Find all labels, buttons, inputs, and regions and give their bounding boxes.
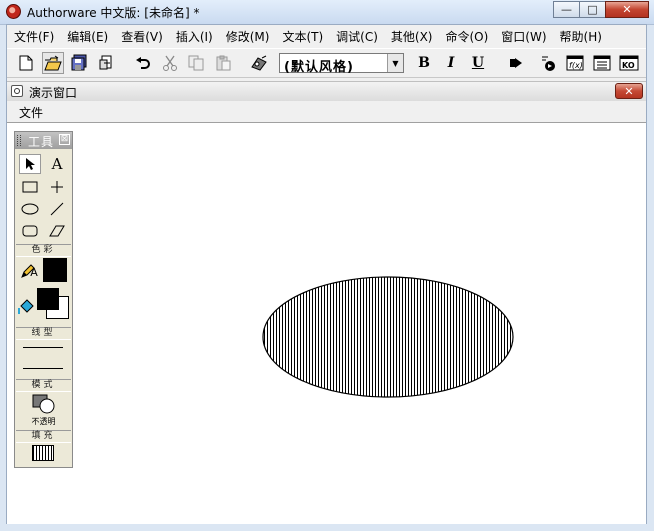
window-title: Authorware 中文版: [未命名] * [27, 6, 200, 20]
crosshair-line-tool[interactable] [46, 177, 68, 197]
open-icon[interactable] [42, 52, 64, 74]
line-section-label: 线型 [16, 327, 71, 340]
menu-other[interactable]: 其他(X) [384, 27, 439, 47]
presentation-window-title-bar[interactable]: 演示窗口 ✕ [7, 81, 646, 102]
paste-icon[interactable] [212, 52, 234, 74]
fill-section-label: 填充 [16, 430, 71, 443]
foreground-color-swatch[interactable] [37, 288, 59, 310]
knowledge-objects-icon[interactable]: KO [618, 52, 640, 74]
maximize-button[interactable]: □ [579, 1, 606, 18]
control-panel-icon[interactable] [537, 52, 559, 74]
menu-view[interactable]: 查看(V) [114, 27, 169, 47]
ellipse-shape[interactable] [261, 275, 515, 402]
mode-value-label: 不透明 [31, 417, 56, 426]
pen-color-swatch[interactable] [43, 258, 67, 282]
import-icon[interactable] [95, 52, 117, 74]
pointer-tool[interactable] [19, 154, 41, 174]
opaque-mode-icon[interactable] [32, 394, 56, 414]
mode-section-label: 模式 [16, 379, 71, 392]
fill-bucket-icon[interactable] [15, 297, 37, 317]
presentation-stage[interactable]: 工具 ⊠ A 色彩 A 线型 模式 不透明 填充 [7, 122, 646, 524]
copy-icon[interactable] [185, 52, 207, 74]
ko-label: KO [622, 61, 635, 70]
grip-icon[interactable] [17, 135, 21, 146]
menu-modify[interactable]: 修改(M) [219, 27, 276, 47]
window-controls: — □ ✕ [553, 1, 649, 19]
functions-icon[interactable]: f(x) [564, 52, 586, 74]
palette-title: 工具 [28, 135, 55, 149]
menu-help[interactable]: 帮助(H) [553, 27, 608, 47]
palette-title-bar[interactable]: 工具 ⊠ [15, 132, 72, 149]
find-icon[interactable] [248, 52, 270, 74]
tool-palette: 工具 ⊠ A 色彩 A 线型 模式 不透明 填充 [14, 131, 73, 468]
menu-insert[interactable]: 插入(I) [169, 27, 219, 47]
style-value: (默认风格) [284, 60, 354, 75]
save-all-icon[interactable] [69, 52, 91, 74]
cut-icon[interactable] [159, 52, 181, 74]
menu-debug[interactable]: 调试(C) [329, 27, 384, 47]
menu-bar: 文件(F) 编辑(E) 查看(V) 插入(I) 修改(M) 文本(T) 调试(C… [7, 27, 646, 47]
undo-icon[interactable] [132, 52, 154, 74]
variables-icon[interactable] [591, 52, 613, 74]
presentation-close-button[interactable]: ✕ [615, 83, 643, 99]
ellipse-tool[interactable] [19, 199, 41, 219]
close-button[interactable]: ✕ [605, 1, 649, 18]
pen-color-label: A [30, 265, 38, 279]
menu-window[interactable]: 窗口(W) [494, 27, 552, 47]
italic-button[interactable]: I [440, 52, 462, 74]
palette-close-icon[interactable]: ⊠ [59, 134, 70, 145]
presentation-menu-file[interactable]: 文件 [19, 104, 43, 121]
diagonal-line-tool[interactable] [46, 199, 68, 219]
presentation-menu-bar: 文件 [7, 101, 646, 121]
text-tool[interactable]: A [46, 154, 68, 174]
style-dropdown[interactable]: (默认风格) ▼ [279, 53, 404, 75]
app-window: Authorware 中文版: [未命名] * — □ ✕ 文件(F) 编辑(E… [0, 0, 654, 531]
fill-pattern-swatch[interactable] [32, 445, 54, 461]
presentation-window-title: 演示窗口 [29, 86, 78, 100]
polygon-tool[interactable] [46, 221, 68, 241]
rounded-rectangle-tool[interactable] [19, 221, 41, 241]
run-icon[interactable] [505, 52, 527, 74]
authorware-logo-icon [6, 4, 21, 19]
menu-commands[interactable]: 命令(O) [438, 27, 494, 47]
bold-button[interactable]: B [413, 52, 435, 74]
presentation-window-icon [11, 85, 23, 97]
underline-button[interactable]: U [467, 52, 489, 74]
new-icon[interactable] [15, 52, 37, 74]
menu-file[interactable]: 文件(F) [7, 27, 60, 47]
line-style-default[interactable] [23, 368, 63, 369]
line-style-thin[interactable] [23, 347, 63, 348]
chevron-down-icon[interactable]: ▼ [387, 54, 403, 72]
svg-text:f(x): f(x) [569, 61, 583, 70]
menu-edit[interactable]: 编辑(E) [60, 27, 114, 47]
title-bar[interactable]: Authorware 中文版: [未命名] * — □ ✕ [0, 0, 654, 25]
color-section-label: 色彩 [16, 244, 71, 257]
main-toolbar: (默认风格) ▼ B I U f(x) KO [7, 48, 646, 78]
minimize-button[interactable]: — [553, 1, 580, 18]
rectangle-tool[interactable] [19, 177, 41, 197]
menu-text[interactable]: 文本(T) [275, 27, 329, 47]
main-client-area: 文件(F) 编辑(E) 查看(V) 插入(I) 修改(M) 文本(T) 调试(C… [6, 24, 647, 524]
ellipse-svg [262, 276, 514, 398]
